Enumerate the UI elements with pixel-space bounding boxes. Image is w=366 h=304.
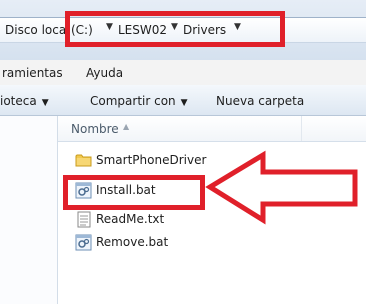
menu-bar: ramientas Ayuda <box>0 60 366 86</box>
chevron-down-icon: ▼ <box>41 98 49 108</box>
new-folder-button[interactable]: Nueva carpeta <box>216 94 304 108</box>
file-name: ReadMe.txt <box>96 212 165 226</box>
library-button[interactable]: ioteca ▼ <box>0 94 49 108</box>
address-bar: Disco loca (C:) ▼ LESW02 ▼ Drivers ▼ <box>0 0 366 61</box>
annotation-highlight-box <box>65 11 285 47</box>
library-button-label: ioteca <box>0 94 37 108</box>
annotation-arrow-icon <box>205 150 358 225</box>
column-header-nombre[interactable]: Nombre <box>71 122 119 136</box>
column-header: Nombre ▲ <box>58 116 366 142</box>
command-bar: ioteca ▼ Compartir con ▼ Nueva carpeta <box>0 85 366 116</box>
batch-file-icon <box>75 234 92 254</box>
menu-ayuda[interactable]: Ayuda <box>86 66 123 80</box>
breadcrumb-disco-local[interactable]: Disco loca <box>5 23 66 37</box>
navigation-pane[interactable] <box>0 116 58 304</box>
file-name: Remove.bat <box>96 235 169 249</box>
column-divider[interactable] <box>301 116 302 141</box>
share-with-button[interactable]: Compartir con ▼ <box>90 94 188 108</box>
text-file-icon <box>75 211 92 231</box>
share-with-label: Compartir con <box>90 94 176 108</box>
file-name: SmartPhoneDriver <box>96 153 207 167</box>
folder-icon <box>75 152 92 171</box>
chevron-down-icon: ▼ <box>180 98 188 108</box>
sort-ascending-icon: ▲ <box>123 122 130 131</box>
annotation-highlight-box <box>63 175 205 210</box>
menu-herramientas[interactable]: ramientas <box>2 66 63 80</box>
